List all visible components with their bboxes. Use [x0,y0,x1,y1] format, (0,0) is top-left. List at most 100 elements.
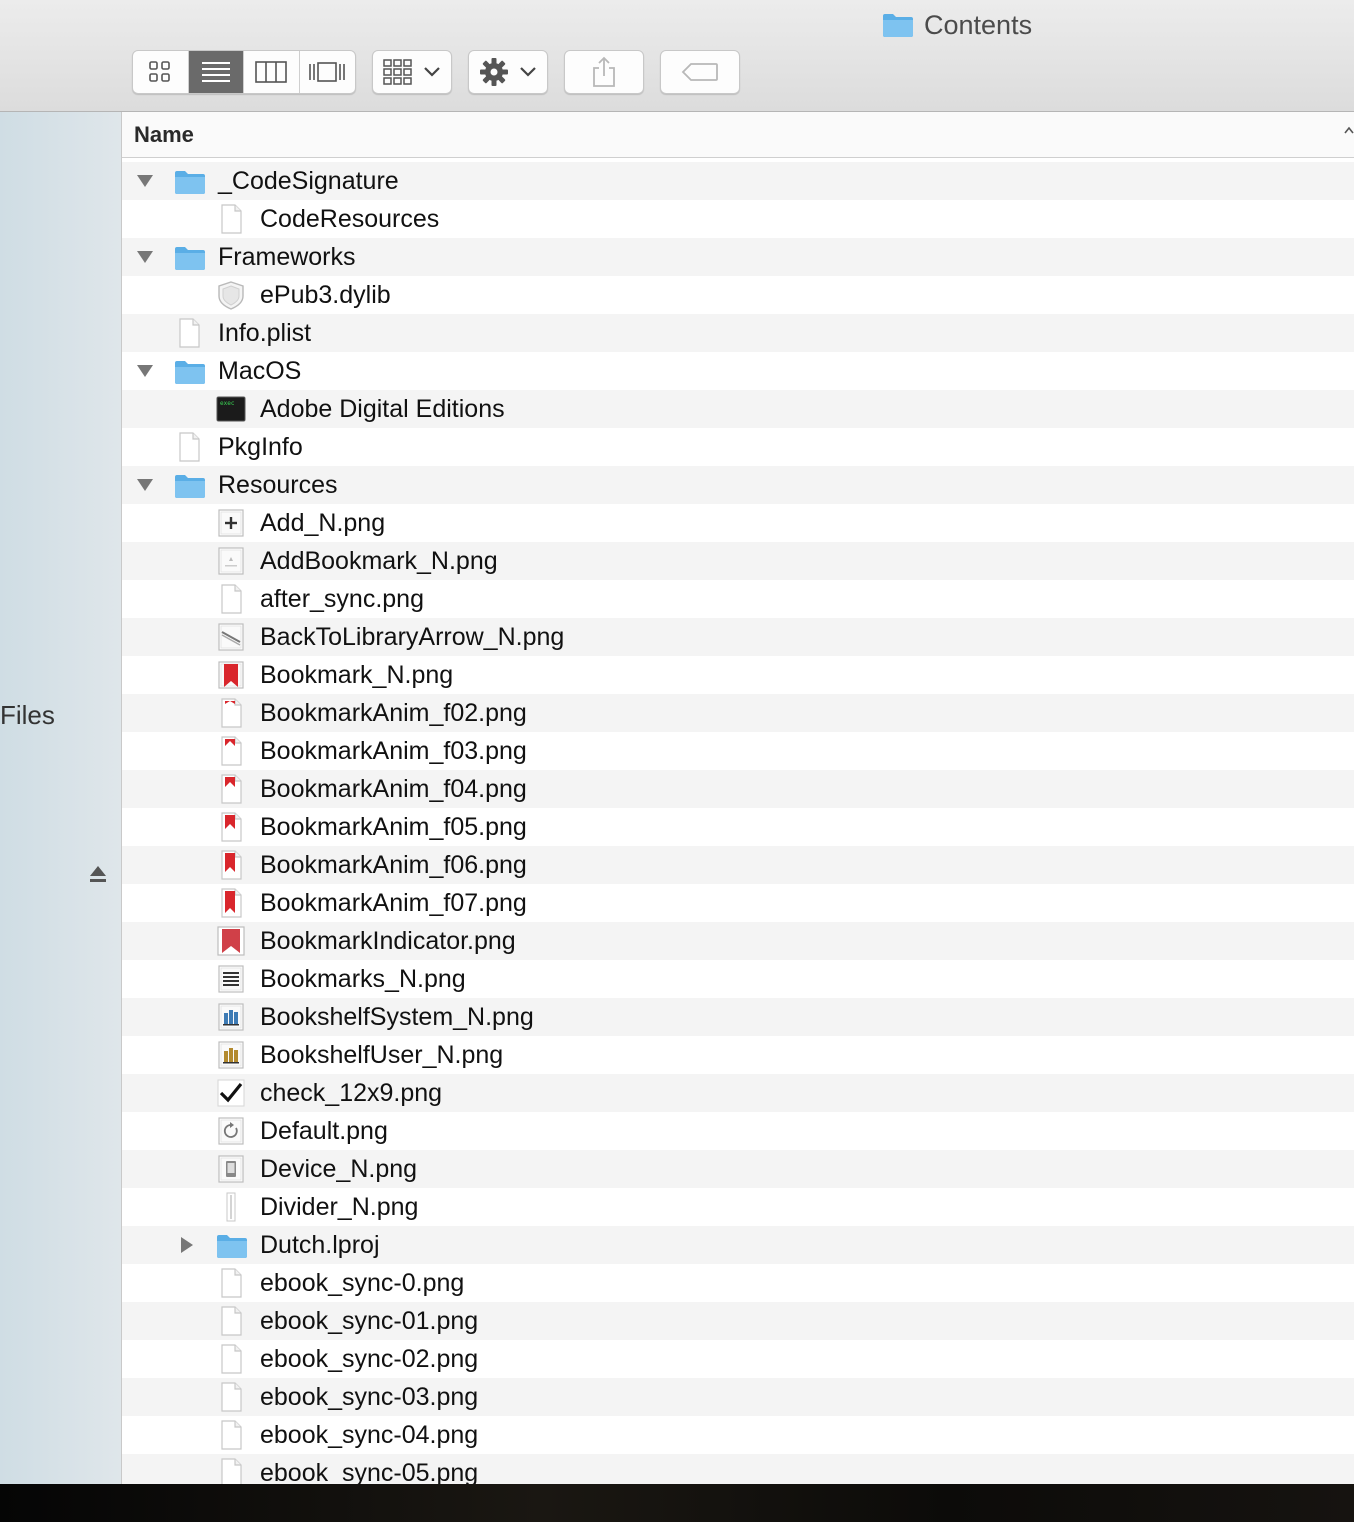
file-name: ebook_sync-0.png [260,1269,465,1297]
file-list: _CodeSignature CodeResources Frameworks … [122,162,1354,1484]
disclosure-expanded-icon[interactable] [136,172,154,190]
list-item[interactable]: _CodeSignature [122,162,1354,200]
file-name: Default.png [260,1117,388,1145]
list-item[interactable]: ebook_sync-01.png [122,1302,1354,1340]
list-item[interactable]: BookmarkAnim_f05.png [122,808,1354,846]
file-name: BookmarkAnim_f05.png [260,813,527,841]
file-name: BookmarkAnim_f02.png [260,699,527,727]
dylib-icon [216,280,246,310]
file-name: ebook_sync-05.png [260,1459,479,1484]
gear-icon [480,58,508,86]
list-item[interactable]: ebook_sync-04.png [122,1416,1354,1454]
list-item[interactable]: Add_N.png [122,504,1354,542]
bookshelf-gold-icon [216,1040,246,1070]
tag-icon [681,63,718,81]
file-name: Dutch.lproj [260,1231,380,1259]
file-name: Add_N.png [260,509,386,537]
list-item[interactable]: Device_N.png [122,1150,1354,1188]
list-item[interactable]: ebook_sync-0.png [122,1264,1354,1302]
list-item[interactable]: BookmarkAnim_f02.png [122,694,1354,732]
bookmark-anim-icon [216,698,246,728]
list-item[interactable]: ePub3.dylib [122,276,1354,314]
list-item[interactable]: BookmarkAnim_f04.png [122,770,1354,808]
list-item[interactable]: Resources [122,466,1354,504]
check-icon [216,1078,246,1108]
image-thumb-icon [216,546,246,576]
list-item[interactable]: ebook_sync-02.png [122,1340,1354,1378]
list-view-button[interactable] [188,51,244,93]
bookmark-anim-icon [216,888,246,918]
list-item[interactable]: ebook_sync-05.png [122,1454,1354,1484]
device-image-icon [216,1154,246,1184]
arrange-button[interactable] [372,50,452,94]
icon-view-button[interactable] [133,51,189,93]
sidebar-item-files[interactable]: Files [0,700,55,731]
list-item[interactable]: BookshelfUser_N.png [122,1036,1354,1074]
file-name: Bookmarks_N.png [260,965,466,993]
share-icon [593,56,615,87]
toolbar: Contents [0,0,1354,112]
chevron-down-icon [520,67,536,77]
list-item[interactable]: BackToLibraryArrow_N.png [122,618,1354,656]
list-item[interactable]: exec Adobe Digital Editions [122,390,1354,428]
list-item[interactable]: BookmarkAnim_f07.png [122,884,1354,922]
bookmark-indicator-icon [216,926,246,956]
disclosure-expanded-icon[interactable] [136,476,154,494]
list-item[interactable]: BookmarkAnim_f06.png [122,846,1354,884]
list-item[interactable]: BookmarkIndicator.png [122,922,1354,960]
list-item[interactable]: BookshelfSystem_N.png [122,998,1354,1036]
document-icon [174,432,204,462]
document-icon [216,204,246,234]
file-name: after_sync.png [260,585,424,613]
list-item[interactable]: MacOS [122,352,1354,390]
list-item[interactable]: Bookmarks_N.png [122,960,1354,998]
eject-icon[interactable] [89,864,107,884]
file-name: check_12x9.png [260,1079,443,1107]
file-name: PkgInfo [218,433,303,461]
list-item[interactable]: Divider_N.png [122,1188,1354,1226]
arrow-image-icon [216,622,246,652]
column-view-button[interactable] [244,51,300,93]
action-button[interactable] [468,50,548,94]
bookmark-anim-icon [216,812,246,842]
list-item[interactable]: ebook_sync-03.png [122,1378,1354,1416]
blank-image-icon [216,1344,246,1374]
list-item[interactable]: CodeResources [122,200,1354,238]
view-mode-control [132,50,356,94]
document-icon [174,318,204,348]
list-item[interactable]: check_12x9.png [122,1074,1354,1112]
list-item[interactable]: Info.plist [122,314,1354,352]
share-button[interactable] [564,50,644,94]
file-name: ebook_sync-01.png [260,1307,479,1335]
arrange-grid-icon [383,59,412,85]
disclosure-expanded-icon[interactable] [136,362,154,380]
folder-icon [174,242,205,272]
red-bookmark-icon [216,660,246,690]
blank-image-icon [216,584,246,614]
file-name: _CodeSignature [218,167,399,195]
list-item[interactable]: Default.png [122,1112,1354,1150]
list-item[interactable]: Bookmark_N.png [122,656,1354,694]
list-item[interactable]: PkgInfo [122,428,1354,466]
cover-flow-icon [309,62,346,82]
file-name: BookmarkAnim_f06.png [260,851,527,879]
bookmark-anim-icon [216,774,246,804]
list-item[interactable]: AddBookmark_N.png [122,542,1354,580]
disclosure-collapsed-icon[interactable] [178,1236,196,1254]
window-title: Contents [882,10,1032,40]
list-item[interactable]: Frameworks [122,238,1354,276]
column-header: Name [122,112,1354,158]
window-title-text: Contents [924,9,1033,40]
file-name: BookmarkIndicator.png [260,927,516,955]
list-item[interactable]: BookmarkAnim_f03.png [122,732,1354,770]
list-item[interactable]: Dutch.lproj [122,1226,1354,1264]
tags-button[interactable] [660,50,740,94]
file-name: BookshelfUser_N.png [260,1041,504,1069]
bookshelf-blue-icon [216,1002,246,1032]
file-name: ePub3.dylib [260,281,391,309]
name-column-header[interactable]: Name [134,122,194,148]
cover-flow-view-button[interactable] [300,51,356,93]
list-item[interactable]: after_sync.png [122,580,1354,618]
disclosure-expanded-icon[interactable] [136,248,154,266]
columns-icon [255,61,288,83]
